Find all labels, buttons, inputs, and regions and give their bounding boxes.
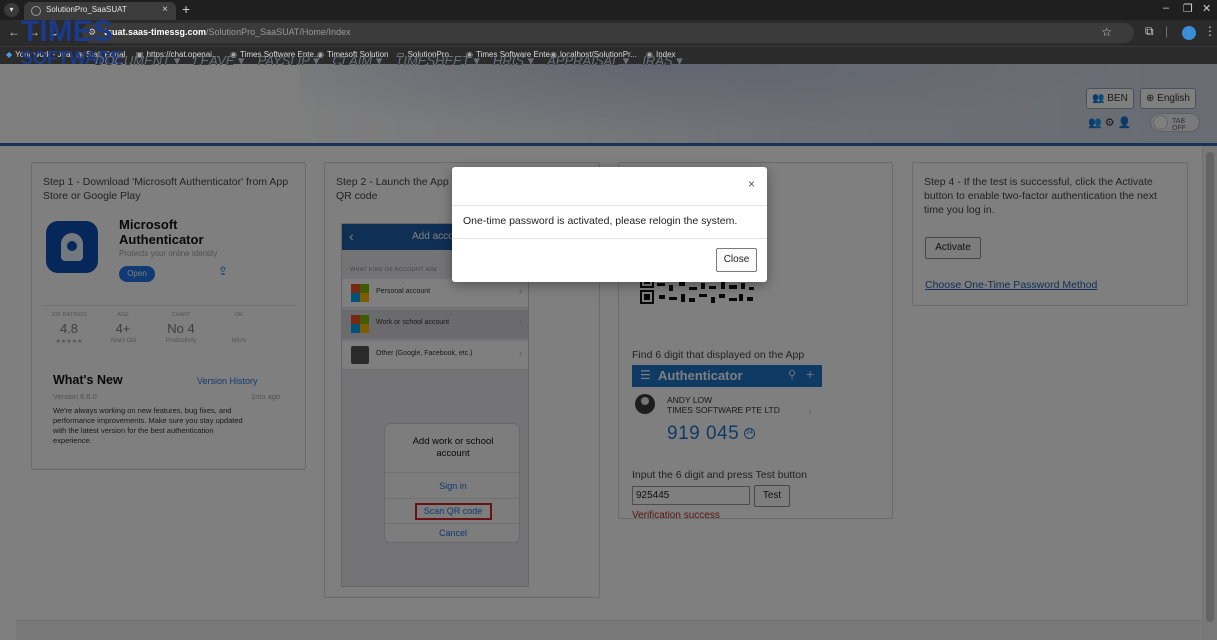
maximize-icon[interactable]: ❐ (1183, 2, 1193, 15)
window-close-icon[interactable]: ✕ (1202, 2, 1211, 15)
bookmark-star-icon[interactable]: ☆ (1101, 25, 1112, 39)
toolbar-divider-icon: | (1165, 24, 1169, 38)
profile-avatar-icon[interactable] (1182, 26, 1196, 40)
new-tab-button[interactable]: + (182, 1, 190, 17)
dialog-header-divider (452, 205, 767, 206)
back-icon[interactable]: ← (8, 25, 20, 39)
browser-tab-strip: ▾ SolutionPro_SaaSUAT × + – ❐ ✕ (0, 0, 1217, 20)
logo-times[interactable]: TIMES (21, 15, 113, 49)
minimize-icon[interactable]: – (1163, 2, 1169, 14)
dialog-footer-divider (452, 238, 767, 239)
browser-menu-icon[interactable]: ⋮ (1204, 24, 1216, 38)
dialog-close-icon[interactable]: × (748, 177, 755, 191)
modal-backdrop[interactable] (0, 64, 1217, 640)
extensions-icon[interactable]: ⧉ (1145, 24, 1154, 39)
activation-dialog: × One-time password is activated, please… (452, 167, 767, 282)
tab-close-icon[interactable]: × (162, 4, 168, 15)
dialog-message: One-time password is activated, please r… (463, 215, 738, 227)
address-bar[interactable]: ⚙ tsuat.saas-timessg.com/SolutionPro_Saa… (82, 23, 1134, 43)
tab-title: SolutionPro_SaaSUAT (46, 5, 127, 14)
tab-search-icon[interactable]: ▾ (4, 3, 19, 17)
browser-toolbar: ← → ↻ ⚙ tsuat.saas-timessg.com/SolutionP… (0, 20, 1217, 46)
dialog-close-button[interactable]: Close (716, 248, 757, 272)
url-text: tsuat.saas-timessg.com/SolutionPro_SaaSU… (104, 27, 351, 37)
